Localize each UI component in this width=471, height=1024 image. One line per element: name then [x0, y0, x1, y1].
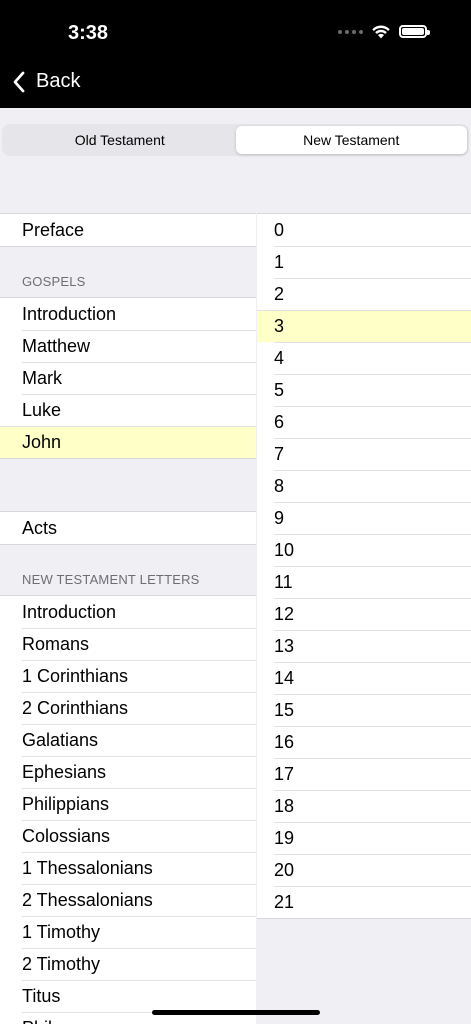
- chapter-row-selected[interactable]: 3: [257, 310, 471, 342]
- cellular-signal-icon: [338, 29, 363, 34]
- testament-segmented-control: Old Testament New Testament: [2, 124, 469, 156]
- section-gap: NEW TESTAMENT LETTERS: [0, 545, 256, 595]
- chapter-row[interactable]: 1: [257, 246, 471, 278]
- book-row-acts[interactable]: Acts: [0, 512, 256, 544]
- book-row[interactable]: 1 Timothy: [0, 916, 256, 948]
- chapter-row[interactable]: 9: [257, 502, 471, 534]
- section-header-gospels: GOSPELS: [22, 274, 86, 289]
- chapter-row[interactable]: 13: [257, 630, 471, 662]
- chapter-row[interactable]: 0: [257, 214, 471, 246]
- section-gap: [0, 459, 256, 511]
- chapter-row[interactable]: 4: [257, 342, 471, 374]
- book-row[interactable]: Luke: [0, 394, 256, 426]
- status-icons: [338, 24, 430, 39]
- tab-old-testament[interactable]: Old Testament: [4, 126, 236, 154]
- book-row[interactable]: 1 Thessalonians: [0, 852, 256, 884]
- chevron-left-icon: [13, 71, 25, 92]
- chapter-row[interactable]: 10: [257, 534, 471, 566]
- book-row[interactable]: Galatians: [0, 724, 256, 756]
- chapter-row[interactable]: 18: [257, 790, 471, 822]
- book-group-acts: Acts: [0, 511, 256, 545]
- chapter-row[interactable]: 19: [257, 822, 471, 854]
- book-row[interactable]: Romans: [0, 628, 256, 660]
- chapter-row[interactable]: 11: [257, 566, 471, 598]
- book-row[interactable]: Titus: [0, 980, 256, 1012]
- book-row[interactable]: Philippians: [0, 788, 256, 820]
- book-row[interactable]: Colossians: [0, 820, 256, 852]
- book-list: Preface GOSPELS Introduction Matthew Mar…: [0, 213, 256, 1024]
- book-row[interactable]: Mark: [0, 362, 256, 394]
- section-header-letters: NEW TESTAMENT LETTERS: [22, 572, 200, 587]
- book-row[interactable]: 2 Thessalonians: [0, 884, 256, 916]
- chapter-row[interactable]: 14: [257, 662, 471, 694]
- chapter-list: 0 1 2 3 4 5 6 7 8 9 10 11 12 13 14 15 16…: [257, 213, 471, 919]
- book-group-gospels: Introduction Matthew Mark Luke John: [0, 297, 256, 459]
- book-row[interactable]: Ephesians: [0, 756, 256, 788]
- book-group-letters: Introduction Romans 1 Corinthians 2 Cori…: [0, 595, 256, 1024]
- chapter-row[interactable]: 15: [257, 694, 471, 726]
- chapter-row[interactable]: 21: [257, 886, 471, 918]
- tab-new-testament[interactable]: New Testament: [235, 126, 467, 154]
- chapter-row[interactable]: 8: [257, 470, 471, 502]
- book-row[interactable]: Matthew: [0, 330, 256, 362]
- book-row-preface[interactable]: Preface: [0, 214, 256, 246]
- chapter-row[interactable]: 5: [257, 374, 471, 406]
- back-label: Back: [36, 70, 81, 92]
- chapter-row[interactable]: 16: [257, 726, 471, 758]
- book-group-preface: Preface: [0, 213, 256, 247]
- top-bar: 3:38 Back: [0, 0, 471, 108]
- book-row[interactable]: 1 Corinthians: [0, 660, 256, 692]
- book-row[interactable]: Introduction: [0, 298, 256, 330]
- chapter-row[interactable]: 17: [257, 758, 471, 790]
- status-time: 3:38: [68, 22, 109, 44]
- chapter-row[interactable]: 6: [257, 406, 471, 438]
- book-row[interactable]: 2 Corinthians: [0, 692, 256, 724]
- book-row-selected[interactable]: John: [0, 426, 256, 458]
- wifi-icon: [372, 25, 390, 39]
- battery-icon: [399, 25, 430, 38]
- back-button[interactable]: Back: [12, 70, 80, 93]
- chapter-row[interactable]: 12: [257, 598, 471, 630]
- section-gap: GOSPELS: [0, 247, 256, 297]
- book-row[interactable]: Introduction: [0, 596, 256, 628]
- book-row[interactable]: 2 Timothy: [0, 948, 256, 980]
- chapter-row[interactable]: 2: [257, 278, 471, 310]
- home-indicator[interactable]: [152, 1010, 320, 1015]
- chapter-row[interactable]: 7: [257, 438, 471, 470]
- chapter-row[interactable]: 20: [257, 854, 471, 886]
